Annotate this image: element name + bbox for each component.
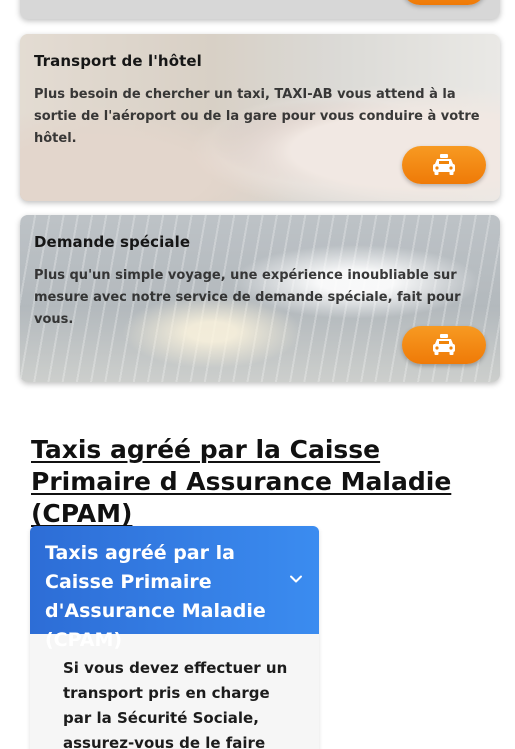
book-taxi-button[interactable] [402,326,486,364]
book-taxi-button[interactable] [402,0,486,5]
taxi-icon [433,154,455,175]
service-card-partial [20,0,500,19]
service-title: Demande spéciale [34,233,191,251]
book-taxi-button[interactable] [402,146,486,184]
service-description: Plus besoin de chercher un taxi, TAXI-AB… [34,87,480,146]
taxi-icon [433,334,455,355]
accordion-title: Taxis agréé par la Caisse Primaire d'Ass… [45,542,266,651]
service-card-hotel-transport: Transport de l'hôtel Plus besoin de cher… [20,34,500,201]
chevron-down-icon [290,575,302,583]
accordion-header[interactable]: Taxis agréé par la Caisse Primaire d'Ass… [30,526,319,651]
accordion-cpam: Taxis agréé par la Caisse Primaire d'Ass… [30,526,319,749]
accordion-body-text: Si vous devez effectuer un transport pri… [63,659,288,749]
section-heading-cpam: Taxis agréé par la Caisse Primaire d Ass… [31,435,452,528]
service-description: Plus qu'un simple voyage, une expérience… [34,268,461,327]
service-title: Transport de l'hôtel [34,52,202,70]
service-card-special-request: Demande spéciale Plus qu'un simple voyag… [20,215,500,382]
page: Transport de l'hôtel Plus besoin de cher… [0,0,515,749]
